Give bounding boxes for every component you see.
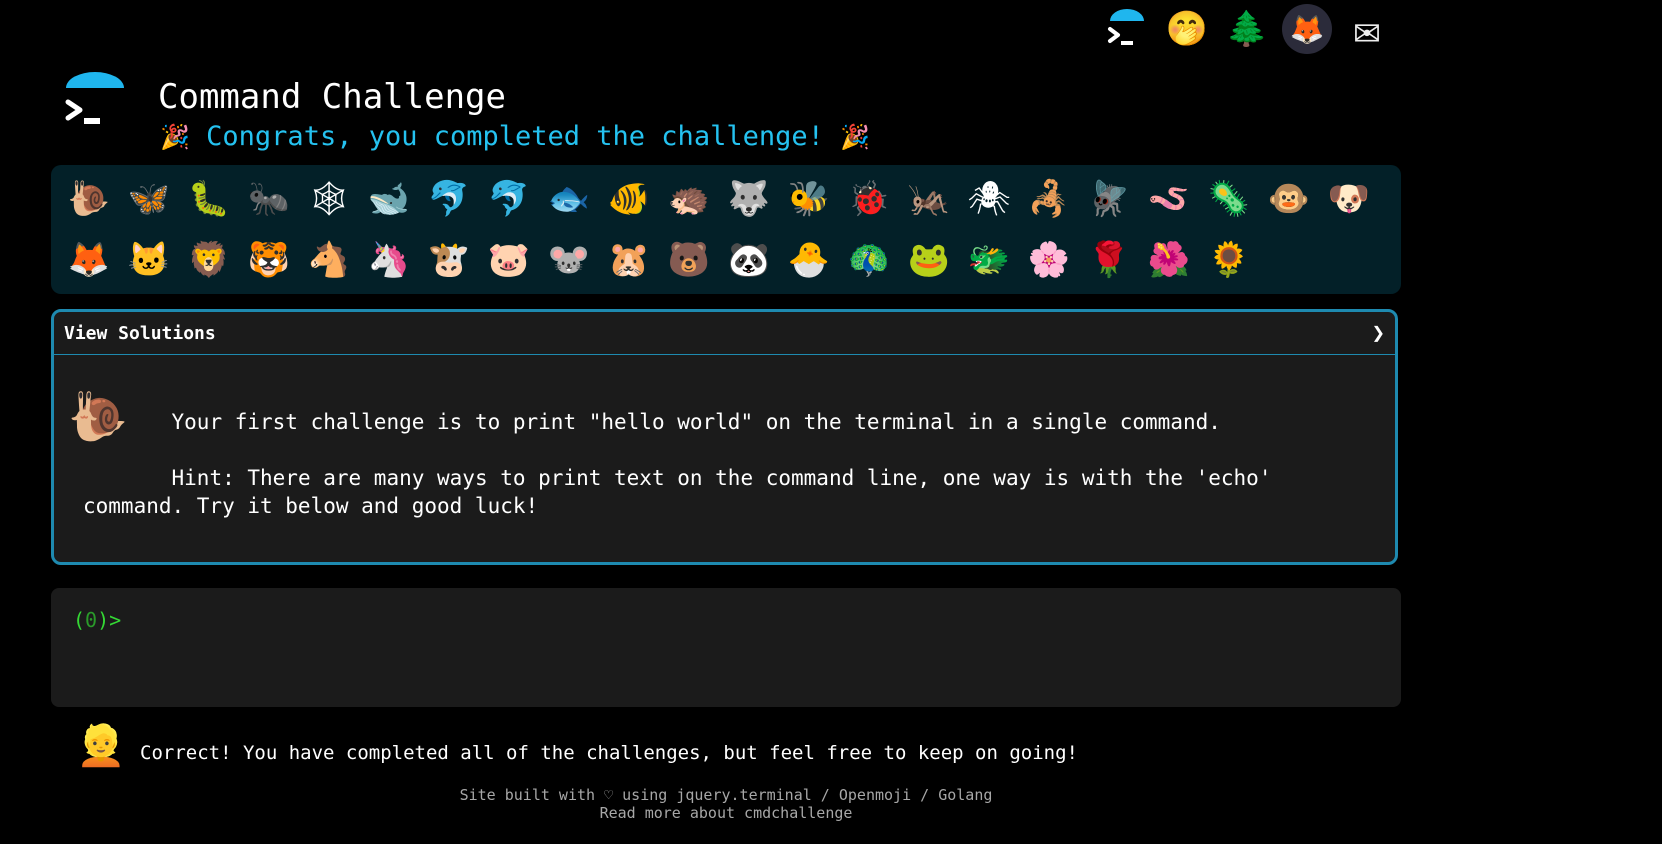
challenge-badge-icon[interactable]: 🐋 — [359, 171, 419, 227]
challenge-badge-icon[interactable]: 🐴 — [299, 232, 359, 288]
page-title: Command Challenge — [158, 77, 506, 117]
challenge-badge-icon[interactable]: 🐠 — [599, 171, 659, 227]
solutions-panel: View Solutions ❯ 🐌 Your first challenge … — [51, 309, 1398, 565]
person-avatar-icon: 👱 — [76, 723, 126, 769]
challenge-badge-icon[interactable]: 🐝 — [779, 171, 839, 227]
challenge-badge-icon[interactable]: 🐵 — [1259, 171, 1319, 227]
party-popper-icon: 🎉 — [840, 123, 871, 151]
terminal-prompt: (0)> — [73, 608, 122, 632]
gitlab-icon[interactable]: 🦊 — [1282, 4, 1332, 54]
challenge-badge-icon[interactable]: 🌹 — [1079, 232, 1139, 288]
view-solutions-toggle[interactable]: View Solutions ❯ — [54, 312, 1395, 355]
site-logo-icon — [60, 72, 130, 142]
badge-bar: 🐌 🦋 🐛 🐜 🕸 🐋 🐬 🐬 🐟 🐠 🦔 🐺 🐝 🐞 🦗 🕷 🦂 🪰 🪱 🦠 🐵 🐶 🦊 🐱 🦁 🐯 🐴 🦄 🐮 🐷 🐭 🐹 🐻 🐼 🐣 🦚 🐸 🐲 🌸… — [51, 165, 1401, 294]
challenge-badge-icon[interactable]: 🦋 — [119, 171, 179, 227]
challenge-badge-icon[interactable]: 🦠 — [1199, 171, 1259, 227]
challenge-badge-icon[interactable]: 🐺 — [719, 171, 779, 227]
challenge-badge-icon[interactable]: 🐜 — [239, 171, 299, 227]
challenge-badge-icon[interactable]: 🐛 — [179, 171, 239, 227]
challenge-badge-icon[interactable]: 🪱 — [1139, 171, 1199, 227]
congrats-message: 🎉 Congrats, you completed the challenge!… — [160, 121, 870, 152]
challenge-badge-icon[interactable]: 🦊 — [59, 232, 119, 288]
challenge-badge-icon[interactable]: 🐮 — [419, 232, 479, 288]
challenge-badge-icon[interactable]: 🐌 — [59, 171, 119, 227]
top-nav: 🤭 🌲 🦊 ✉ — [1102, 4, 1392, 55]
challenge-badge-icon[interactable]: 🐷 — [479, 232, 539, 288]
badge-row-1: 🐌 🦋 🐛 🐜 🕸 🐋 🐬 🐬 🐟 🐠 🦔 🐺 🐝 🐞 🦗 🕷 🦂 🪰 🪱 🦠 🐵 🐶 — [59, 171, 1379, 227]
challenge-badge-icon[interactable]: 🌺 — [1139, 232, 1199, 288]
challenge-badge-icon[interactable]: 🦂 — [1019, 171, 1079, 227]
challenge-badge-icon[interactable]: 🌻 — [1199, 232, 1259, 288]
terminal[interactable]: (0)> — [51, 588, 1401, 707]
challenge-badge-icon[interactable]: 🐟 — [539, 171, 599, 227]
challenge-badge-icon[interactable]: 🐭 — [539, 232, 599, 288]
footer-credits: Site built with ♡ using jquery.terminal … — [51, 786, 1401, 804]
footer: Site built with ♡ using jquery.terminal … — [51, 786, 1401, 822]
challenge-badge-icon[interactable]: 🐱 — [119, 232, 179, 288]
challenge-badge-icon[interactable]: 🦁 — [179, 232, 239, 288]
envelope-icon[interactable]: ✉ — [1342, 4, 1392, 55]
challenge-badge-icon[interactable]: 🐶 — [1319, 171, 1379, 227]
challenge-badge-icon[interactable]: 🐹 — [599, 232, 659, 288]
terminal-logo-icon[interactable] — [1102, 4, 1152, 54]
challenge-badge-icon[interactable]: 🌸 — [1019, 232, 1079, 288]
challenge-badge-icon[interactable]: 🐼 — [719, 232, 779, 288]
response-message: Correct! You have completed all of the c… — [140, 742, 1078, 764]
challenge-badge-icon[interactable]: 🦔 — [659, 171, 719, 227]
challenge-badge-icon[interactable]: 🐸 — [899, 232, 959, 288]
challenge-badge-icon[interactable]: 🦄 — [359, 232, 419, 288]
challenge-description: Your first challenge is to print "hello … — [83, 410, 1272, 518]
challenge-badge-icon[interactable]: 🐲 — [959, 232, 1019, 288]
chevron-right-icon: ❯ — [1371, 320, 1385, 346]
challenge-badge-icon[interactable]: 🐬 — [479, 171, 539, 227]
footer-credits-link[interactable]: Site built with ♡ using jquery.terminal … — [460, 786, 993, 804]
challenge-badge-icon[interactable]: 🐯 — [239, 232, 299, 288]
challenge-badge-icon[interactable]: 🦗 — [899, 171, 959, 227]
tree-icon[interactable]: 🌲 — [1222, 4, 1272, 54]
face-with-hand-over-mouth-icon[interactable]: 🤭 — [1162, 4, 1212, 54]
challenge-badge-icon[interactable]: 🕸 — [299, 171, 359, 227]
read-more-link[interactable]: Read more about cmdchallenge — [600, 804, 853, 822]
badge-row-2: 🦊 🐱 🦁 🐯 🐴 🦄 🐮 🐷 🐭 🐹 🐻 🐼 🐣 🦚 🐸 🐲 🌸 🌹 🌺 🌻 — [59, 232, 1259, 288]
challenge-badge-icon[interactable]: 🐻 — [659, 232, 719, 288]
challenge-badge-icon[interactable]: 🐬 — [419, 171, 479, 227]
party-popper-icon: 🎉 — [160, 123, 190, 151]
challenge-badge-icon[interactable]: 🐣 — [779, 232, 839, 288]
footer-readmore: Read more about cmdchallenge — [51, 804, 1401, 822]
challenge-badge-icon[interactable]: 🪰 — [1079, 171, 1139, 227]
challenge-badge-icon[interactable]: 🕷 — [959, 171, 1019, 227]
challenge-badge-icon[interactable]: 🦚 — [839, 232, 899, 288]
congrats-text: Congrats, you completed the challenge! — [206, 121, 824, 152]
view-solutions-label: View Solutions — [64, 322, 216, 344]
challenge-badge-icon[interactable]: 🐞 — [839, 171, 899, 227]
